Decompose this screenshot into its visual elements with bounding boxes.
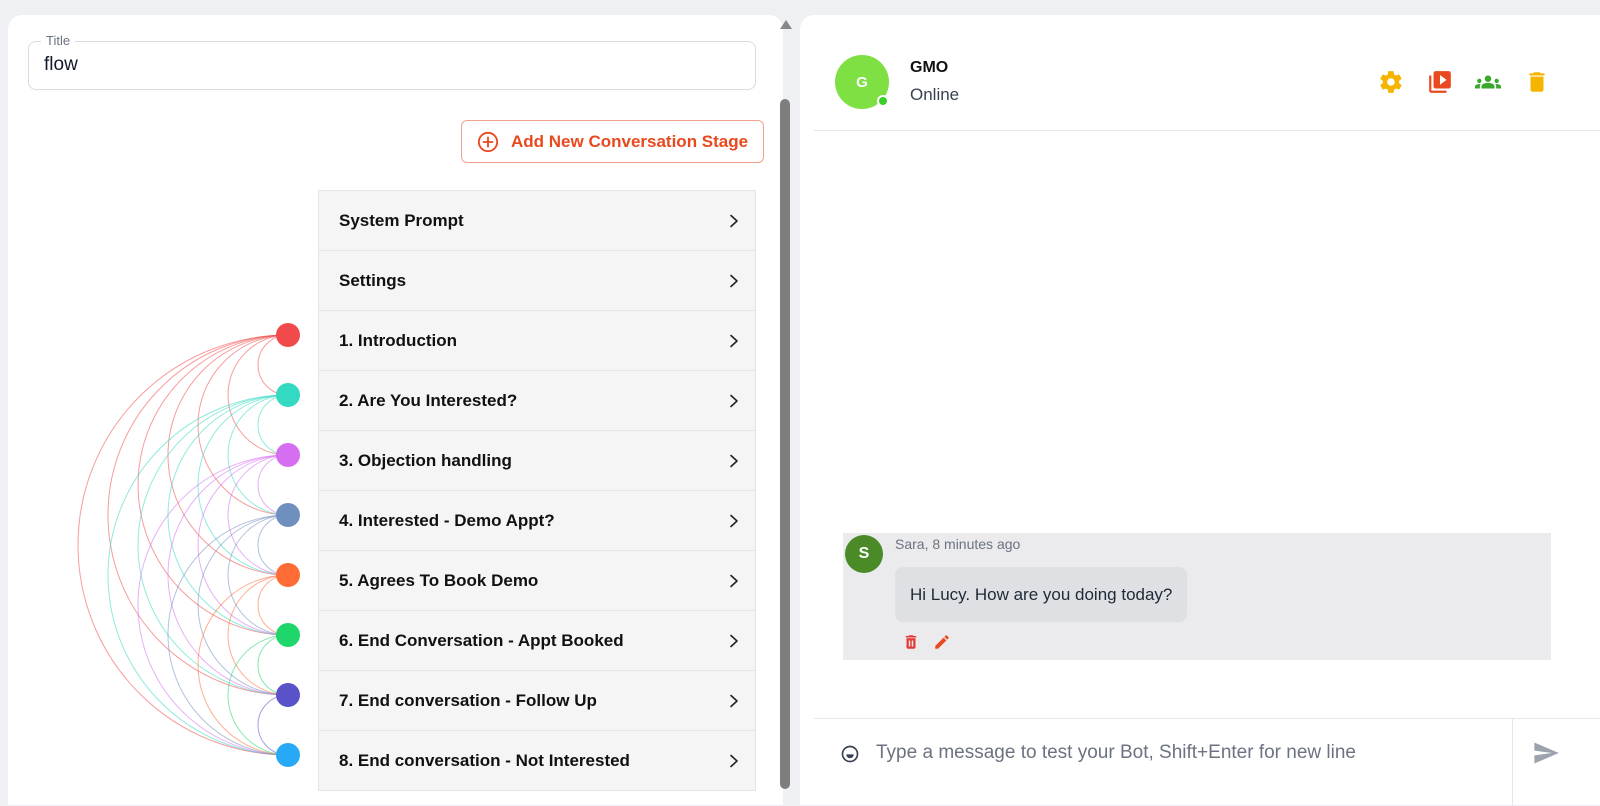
sender-avatar-initial: S [858, 545, 870, 562]
stage-node[interactable] [276, 323, 300, 347]
chevron-right-icon [727, 694, 741, 708]
stage-connection-arc [137, 394, 289, 696]
stage-item-label: 3. Objection handling [339, 450, 512, 470]
add-conversation-stage-button[interactable]: Add New Conversation Stage [461, 120, 764, 163]
edit-message-icon[interactable] [933, 633, 951, 651]
stage-item[interactable]: Settings [319, 251, 755, 311]
bot-name: GMO [910, 59, 949, 76]
stage-item-label: 6. End Conversation - Appt Booked [339, 630, 624, 650]
stage-flow-diagram [77, 323, 300, 767]
stage-item[interactable]: 5. Agrees To Book Demo [319, 551, 755, 611]
add-circle-icon [477, 131, 499, 153]
video-playlist-icon[interactable] [1427, 69, 1453, 95]
scroll-thumb[interactable] [780, 99, 790, 789]
sender-avatar: S [845, 535, 883, 573]
left-panel-scrollbar[interactable] [778, 15, 792, 805]
stage-list: System Prompt Settings 1. Introduction 2. A… [318, 190, 756, 791]
flow-editor-panel: Title flow Add New Conversation Stage Sy… [8, 15, 783, 805]
stage-node[interactable] [276, 563, 300, 587]
message-input[interactable] [876, 733, 1496, 773]
scroll-up-arrow-icon[interactable] [780, 20, 792, 29]
chevron-right-icon [727, 754, 741, 768]
send-icon[interactable] [1532, 739, 1560, 767]
stage-connection-arc [137, 454, 289, 756]
message-bubble: Hi Lucy. How are you doing today? [895, 567, 1188, 622]
stage-item-label: 8. End conversation - Not Interested [339, 750, 630, 770]
stage-item-label: Settings [339, 270, 407, 290]
chevron-right-icon [727, 394, 741, 408]
chevron-right-icon [727, 634, 741, 648]
stage-node[interactable] [276, 443, 300, 467]
delete-message-icon[interactable] [902, 633, 920, 651]
stage-item-label: 2. Are You Interested? [339, 390, 518, 410]
emoji-icon[interactable] [840, 744, 860, 764]
chevron-right-icon [727, 214, 741, 228]
stage-item[interactable]: 7. End conversation - Follow Up [319, 671, 755, 731]
chevron-right-icon [727, 514, 741, 528]
chevron-right-icon [727, 334, 741, 348]
stage-node[interactable] [276, 683, 300, 707]
stage-item[interactable]: 2. Are You Interested? [319, 371, 755, 431]
bot-avatar-initial: G [856, 73, 868, 91]
stage-item[interactable]: 6. End Conversation - Appt Booked [319, 611, 755, 671]
chevron-right-icon [727, 274, 741, 288]
message-composer [814, 718, 1600, 806]
trash-icon[interactable] [1524, 69, 1550, 95]
stage-item[interactable]: 3. Objection handling [319, 431, 755, 491]
stage-item[interactable]: 4. Interested - Demo Appt? [319, 491, 755, 551]
stage-item-label: 5. Agrees To Book Demo [339, 570, 539, 590]
stage-item-label: 4. Interested - Demo Appt? [339, 510, 555, 530]
group-icon[interactable] [1475, 69, 1501, 95]
bot-avatar: G [835, 55, 889, 109]
chat-header: G GMO Online [814, 15, 1600, 131]
message-meta: Sara, 8 minutes ago [895, 536, 1021, 552]
composer-divider [1512, 719, 1513, 806]
chat-panel: G GMO Online S Sara, 8 minutes ago Hi Lu… [800, 15, 1600, 806]
stage-node[interactable] [276, 623, 300, 647]
message-card: S Sara, 8 minutes ago Hi Lucy. How are y… [843, 533, 1551, 660]
stage-node[interactable] [276, 383, 300, 407]
stage-item[interactable]: System Prompt [319, 191, 755, 251]
settings-gear-icon[interactable] [1378, 69, 1404, 95]
stage-item-label: System Prompt [339, 210, 464, 230]
stage-item-label: 1. Introduction [339, 330, 458, 350]
online-status-dot [877, 95, 889, 107]
add-stage-label: Add New Conversation Stage [511, 131, 749, 151]
stage-connection-arc [137, 334, 289, 636]
bot-status: Online [910, 85, 960, 104]
stage-item[interactable]: 8. End conversation - Not Interested [319, 731, 755, 790]
chevron-right-icon [727, 454, 741, 468]
stage-item-label: 7. End conversation - Follow Up [339, 690, 597, 710]
stage-node[interactable] [276, 503, 300, 527]
stage-item[interactable]: 1. Introduction [319, 311, 755, 371]
stage-node[interactable] [276, 743, 300, 767]
chevron-right-icon [727, 574, 741, 588]
